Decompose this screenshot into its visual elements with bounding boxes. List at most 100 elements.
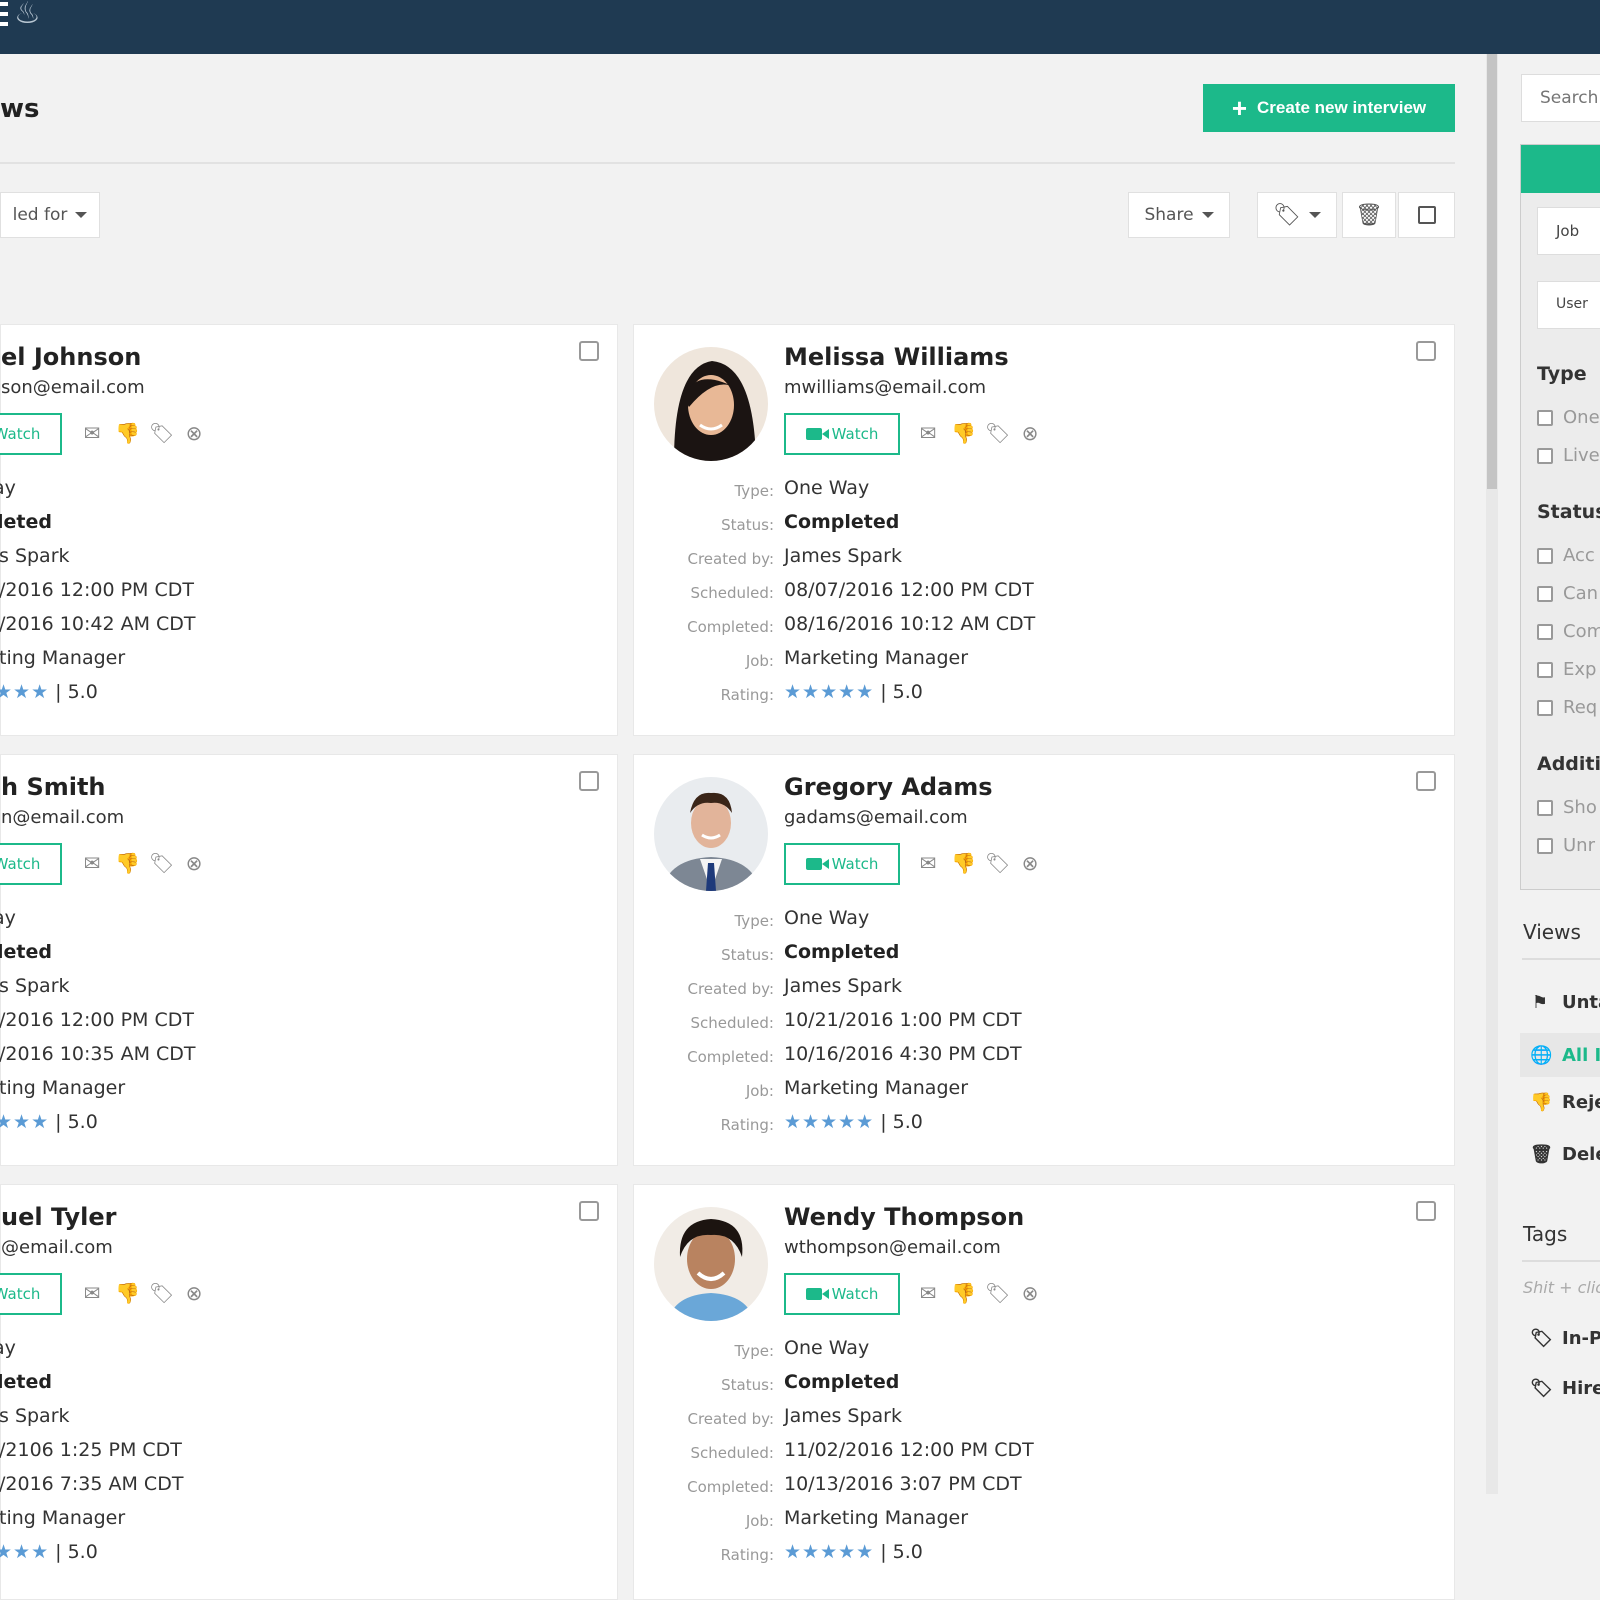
checkbox[interactable] <box>1537 799 1553 816</box>
candidate-name[interactable]: uel Tyler <box>1 1203 116 1231</box>
interview-card[interactable]: h Smith n@email.com Watch ✉ 👎 🏷 ⊗ ay let… <box>0 754 618 1166</box>
candidate-name[interactable]: Wendy Thompson <box>784 1203 1024 1231</box>
checkbox[interactable] <box>1537 837 1553 854</box>
watch-button[interactable]: Watch <box>784 1273 900 1315</box>
candidate-name[interactable]: Gregory Adams <box>784 773 993 801</box>
card-checkbox[interactable] <box>579 1201 599 1221</box>
interview-card[interactable]: Melissa Williams mwilliams@email.com Wat… <box>633 324 1455 736</box>
avatar <box>654 347 768 461</box>
watch-button[interactable]: Watch <box>0 413 62 455</box>
interview-card[interactable]: Gregory Adams gadams@email.com Watch ✉ 👎… <box>633 754 1455 1166</box>
tag-icon[interactable]: 🏷 <box>149 851 174 875</box>
thumbs-down-icon[interactable]: 👎 <box>115 851 140 875</box>
view-deleted[interactable]: 🗑 Dele <box>1530 1144 1600 1165</box>
watch-button[interactable]: Watch <box>0 1273 62 1315</box>
checkbox[interactable] <box>1537 661 1553 678</box>
status-filter-option[interactable]: Req <box>1537 697 1597 718</box>
interview-card[interactable]: el Johnson son@email.com Watch ✉ 👎 🏷 ⊗ a… <box>0 324 618 736</box>
card-checkbox[interactable] <box>1416 341 1436 361</box>
job-value: Marketing Manager <box>784 1507 969 1529</box>
close-circle-icon[interactable]: ⊗ <box>183 1281 205 1305</box>
additional-filter-heading: Additio <box>1537 753 1600 775</box>
close-circle-icon[interactable]: ⊗ <box>183 851 205 875</box>
type-filter-option[interactable]: Live <box>1537 445 1600 466</box>
thumbs-down-icon[interactable]: 👎 <box>951 1281 976 1305</box>
view-rejected[interactable]: 👎 Reje <box>1530 1092 1600 1113</box>
status-filter-option[interactable]: Com <box>1537 621 1600 642</box>
watch-button[interactable]: Watch <box>0 843 62 885</box>
job-value: ting Manager <box>0 1077 126 1099</box>
rating-number: | 5.0 <box>880 1111 923 1133</box>
main-content: ws + Create new interview led for Share … <box>0 54 1484 1600</box>
rating-stars: ★★★★★ <box>784 1541 875 1563</box>
card-checkbox[interactable] <box>1416 771 1436 791</box>
rating-stars: ★★★ <box>0 1541 50 1563</box>
view-all-interviews[interactable]: 🌐 All In <box>1520 1033 1600 1077</box>
candidate-name[interactable]: Melissa Williams <box>784 343 1009 371</box>
card-checkbox[interactable] <box>579 341 599 361</box>
envelope-icon[interactable]: ✉ <box>917 421 939 445</box>
tag-icon[interactable]: 🏷 <box>149 1281 174 1305</box>
card-checkbox[interactable] <box>579 771 599 791</box>
view-untagged[interactable]: ⚑ Unta <box>1530 992 1600 1013</box>
envelope-icon[interactable]: ✉ <box>81 421 103 445</box>
scheduled-for-dropdown[interactable]: led for <box>0 192 100 238</box>
checkbox[interactable] <box>1537 409 1553 426</box>
additional-filter-option[interactable]: Unr <box>1537 835 1595 856</box>
search-input[interactable] <box>1521 74 1600 122</box>
thumbs-down-icon[interactable]: 👎 <box>115 421 140 445</box>
checkbox[interactable] <box>1537 547 1553 564</box>
thumbs-down-icon[interactable]: 👎 <box>115 1281 140 1305</box>
close-circle-icon[interactable]: ⊗ <box>1019 851 1041 875</box>
checkbox[interactable] <box>1537 447 1553 464</box>
tag-hire[interactable]: 🏷 Hire <box>1530 1378 1600 1399</box>
watch-button[interactable]: Watch <box>784 413 900 455</box>
status-filter-option[interactable]: Acc <box>1537 545 1595 566</box>
envelope-icon[interactable]: ✉ <box>81 1281 103 1305</box>
type-value: ay <box>0 477 16 499</box>
tag-icon[interactable]: 🏷 <box>985 851 1010 875</box>
select-all-button[interactable] <box>1398 192 1455 238</box>
interview-card[interactable]: uel Tyler @email.com Watch ✉ 👎 🏷 ⊗ ay le… <box>0 1184 618 1600</box>
checkbox[interactable] <box>1537 585 1553 602</box>
checkbox[interactable] <box>1537 699 1553 716</box>
envelope-icon[interactable]: ✉ <box>917 851 939 875</box>
job-filter-select[interactable]: Job <box>1537 207 1600 255</box>
flag-icon: ⚑ <box>1531 992 1549 1013</box>
rating-stars: ★★★★★ <box>784 1111 875 1133</box>
rating-value: ★★★★★ | 5.0 <box>784 1111 923 1133</box>
delete-button[interactable]: 🗑 <box>1342 192 1396 238</box>
type-filter-option[interactable]: One <box>1537 407 1600 428</box>
tag-icon[interactable]: 🏷 <box>985 1281 1010 1305</box>
status-label: Status: <box>721 516 774 534</box>
candidate-name[interactable]: h Smith <box>1 773 106 801</box>
watch-label: Watch <box>831 1285 879 1303</box>
create-interview-button[interactable]: + Create new interview <box>1203 84 1455 132</box>
logo-flame-icon[interactable]: ♨ <box>14 0 41 31</box>
thumbs-down-icon[interactable]: 👎 <box>951 851 976 875</box>
close-circle-icon[interactable]: ⊗ <box>1019 1281 1041 1305</box>
thumbs-down-icon[interactable]: 👎 <box>951 421 976 445</box>
scrollbar-thumb[interactable] <box>1487 54 1497 489</box>
status-filter-option[interactable]: Can <box>1537 583 1598 604</box>
watch-button[interactable]: Watch <box>784 843 900 885</box>
interview-card[interactable]: Wendy Thompson wthompson@email.com Watch… <box>633 1184 1455 1600</box>
tag-in-person[interactable]: 🏷 In-P <box>1530 1328 1600 1349</box>
status-label: Status: <box>721 946 774 964</box>
status-filter-option[interactable]: Exp <box>1537 659 1596 680</box>
tag-dropdown[interactable]: 🏷 <box>1257 192 1337 238</box>
share-dropdown[interactable]: Share <box>1128 192 1230 238</box>
completed-value: /2016 10:35 AM CDT <box>0 1043 196 1065</box>
candidate-name[interactable]: el Johnson <box>1 343 141 371</box>
checkbox[interactable] <box>1537 623 1553 640</box>
user-filter-select[interactable]: User <box>1537 281 1600 329</box>
close-circle-icon[interactable]: ⊗ <box>183 421 205 445</box>
envelope-icon[interactable]: ✉ <box>81 851 103 875</box>
main-scrollbar[interactable] <box>1486 54 1498 1494</box>
envelope-icon[interactable]: ✉ <box>917 1281 939 1305</box>
tag-icon[interactable]: 🏷 <box>149 421 174 445</box>
tag-icon[interactable]: 🏷 <box>985 421 1010 445</box>
close-circle-icon[interactable]: ⊗ <box>1019 421 1041 445</box>
card-checkbox[interactable] <box>1416 1201 1436 1221</box>
additional-filter-option[interactable]: Sho <box>1537 797 1597 818</box>
